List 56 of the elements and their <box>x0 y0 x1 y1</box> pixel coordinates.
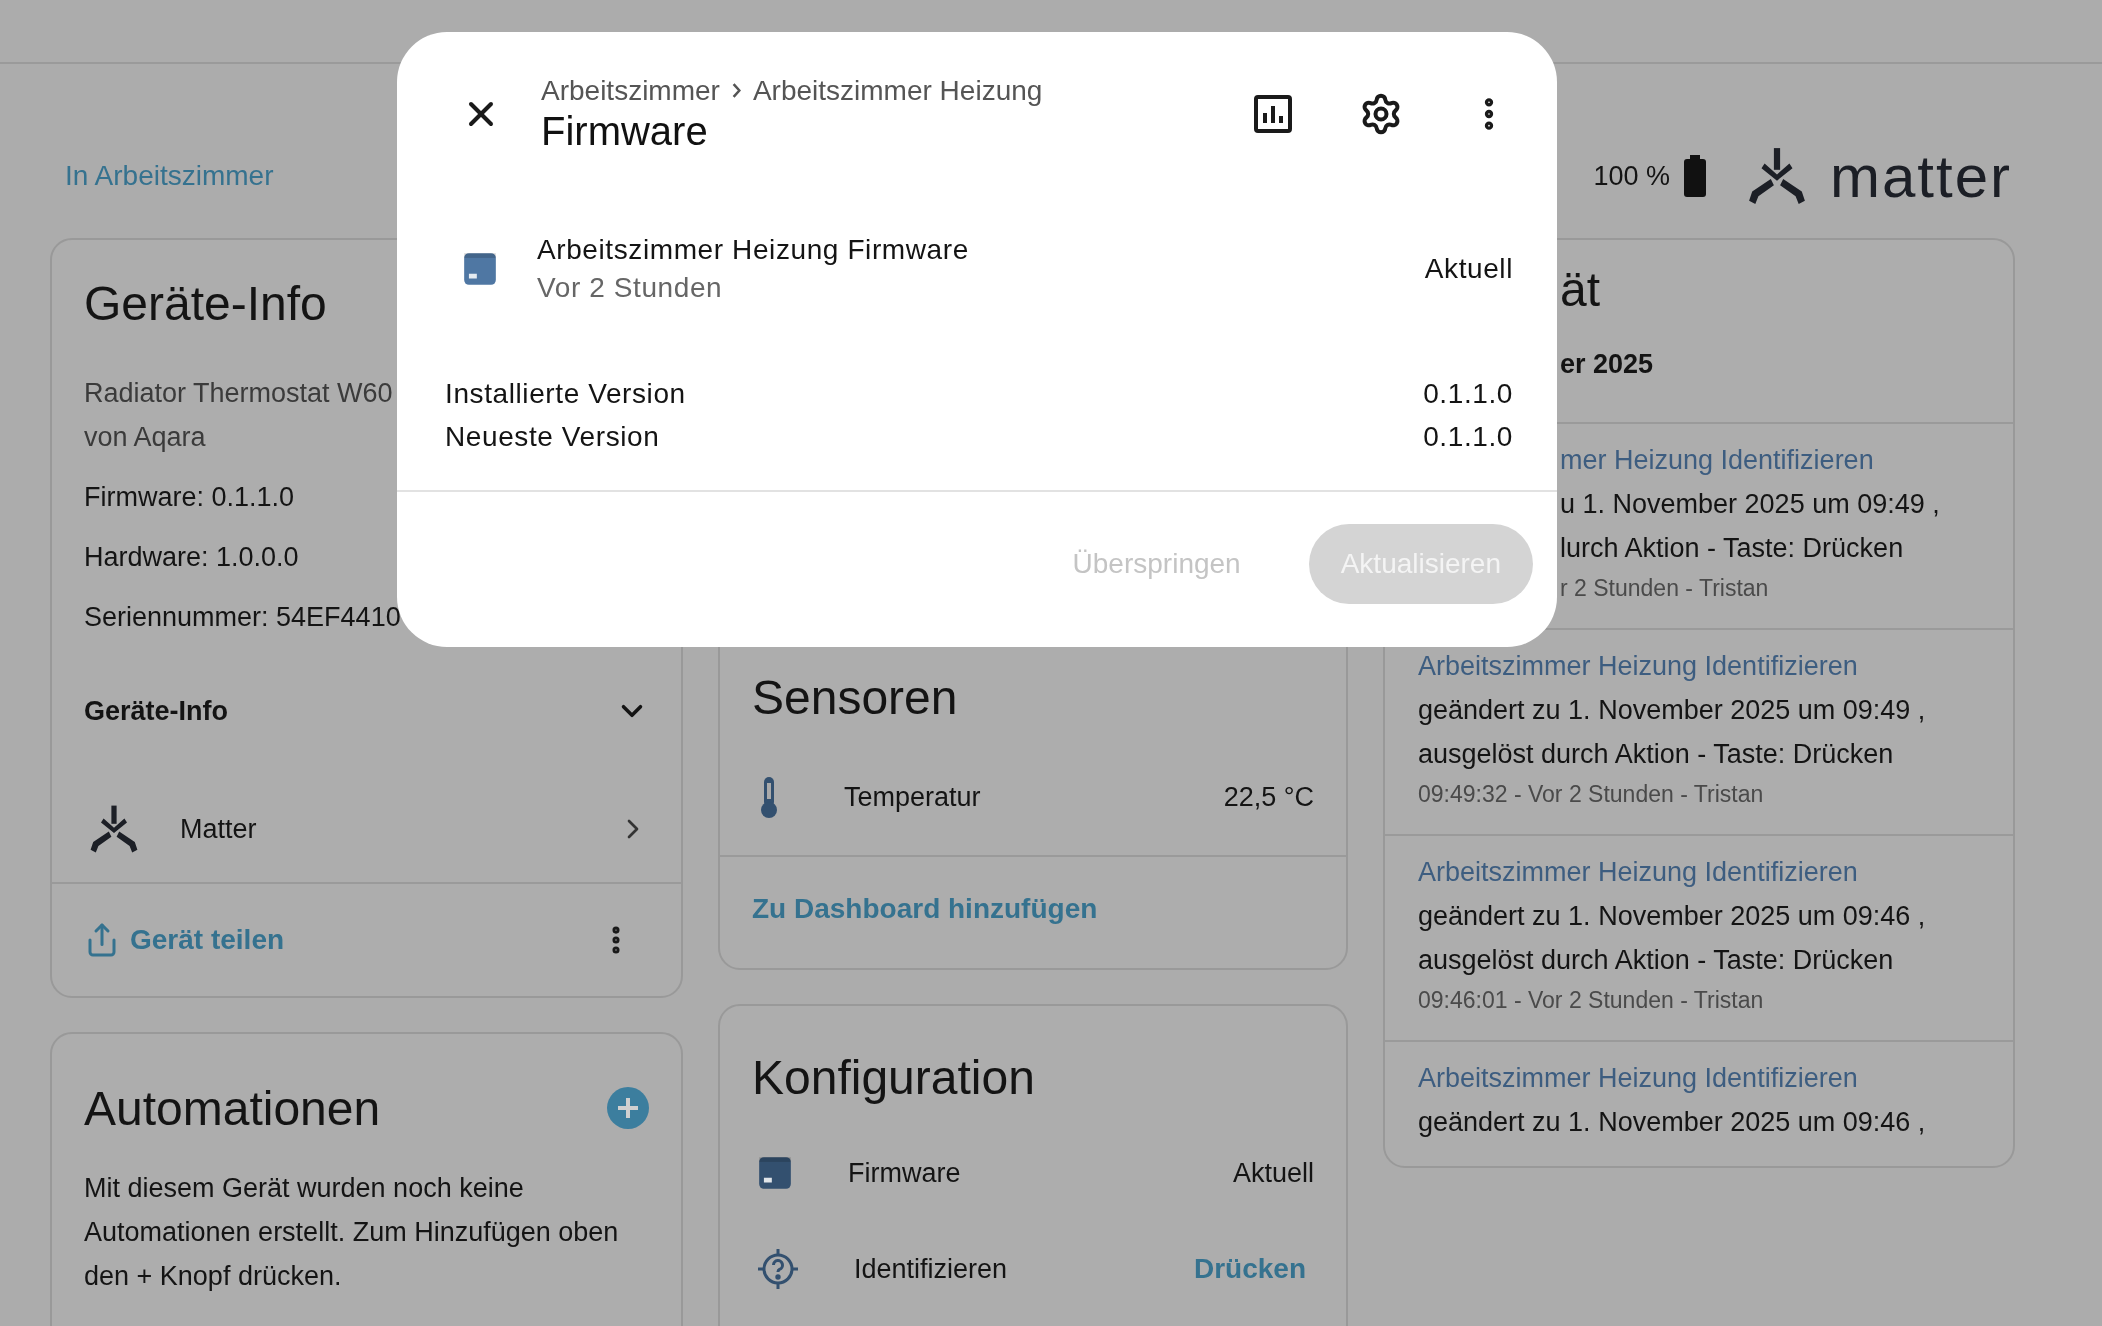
config-label: Firmware <box>848 1157 962 1189</box>
identify-icon <box>756 1247 800 1291</box>
log-text: geändert zu 1. November 2025 um 09:46 , <box>1418 1106 1926 1139</box>
automations-text: Mit diesem Gerät wurden noch keine Automationen erstellt. Zum Hinzufügen oben den + Knopf drücken. <box>83 1172 620 1293</box>
dialog-title: Firmware <box>541 108 709 154</box>
battery-level: 100 % <box>1593 160 1670 192</box>
version-label: Neueste Version <box>445 420 660 454</box>
sensor-label: Temperatur <box>844 781 982 813</box>
entity-link[interactable]: Arbeitszimmer Heizung Identifizieren <box>1418 1056 1858 1100</box>
press-button[interactable]: Drücken <box>1193 1253 1306 1285</box>
version-label: Installierte Version <box>445 377 686 411</box>
add-to-dashboard-link[interactable]: Zu Dashboard hinzufügen <box>752 893 1098 925</box>
entity-link[interactable]: Arbeitszimmer Heizung Identifizieren <box>1418 850 1858 894</box>
device-manufacturer: von Aqara <box>84 421 206 454</box>
config-value: Aktuell <box>1232 1157 1314 1189</box>
log-text: ausgelöst durch Aktion - Taste: Drücken <box>1418 738 1894 771</box>
log-meta: r 2 Stunden - Tristan <box>1560 574 1769 603</box>
config-label: Identifizieren <box>854 1253 1009 1285</box>
matter-wordmark: matter <box>1829 141 2012 211</box>
entity-link[interactable]: Arbeitszimmer Heizung Identifizieren <box>1418 644 1858 688</box>
sensor-value: 22,5 °C <box>1223 781 1314 813</box>
log-text: geändert zu 1. November 2025 um 09:49 , <box>1418 694 1926 727</box>
log-text: u 1. November 2025 um 09:49 , <box>1560 488 1940 521</box>
device-info-line: Firmware: 0.1.1.0 <box>84 481 295 514</box>
section-header[interactable]: Geräte-Info <box>52 647 681 741</box>
firmware-icon <box>461 250 499 288</box>
card-title: Konfiguration <box>751 1050 1036 1106</box>
log-meta: 09:46:01 - Vor 2 Stunden - Tristan <box>1418 986 1764 1015</box>
log-text: geändert zu 1. November 2025 um 09:46 , <box>1418 900 1926 933</box>
entity-link[interactable]: mer Heizung Identifizieren <box>1560 438 1874 482</box>
entity-updated: Vor 2 Stunden <box>537 272 723 304</box>
card-title: Geräte-Info <box>83 276 328 332</box>
share-device-link[interactable]: Gerät teilen <box>84 922 285 958</box>
chevron-right-icon <box>731 83 741 98</box>
add-icon[interactable] <box>607 1087 649 1129</box>
log-text: lurch Aktion - Taste: Drücken <box>1560 532 1904 565</box>
device-info-line: Seriennummer: 54EF4410 <box>84 601 401 634</box>
card-title: Sensoren <box>751 670 959 726</box>
log-meta: 09:49:32 - Vor 2 Stunden - Tristan <box>1418 780 1764 809</box>
entity-name: Arbeitszimmer Heizung Firmware <box>537 234 969 266</box>
battery-icon <box>1683 155 1706 197</box>
date-heading: er 2025 <box>1560 349 1654 381</box>
log-text: ausgelöst durch Aktion - Taste: Drücken <box>1418 944 1894 977</box>
card-title: Automationen <box>84 1080 381 1136</box>
card-title: ät <box>1560 262 1601 318</box>
version-value: 0.1.1.0 <box>1423 377 1513 411</box>
matter-logo-icon <box>88 803 140 855</box>
device-info-line: Hardware: 1.0.0.0 <box>84 541 299 574</box>
integration-row[interactable]: Matter <box>52 776 681 882</box>
entity-state: Aktuell <box>1424 253 1513 285</box>
firmware-icon <box>756 1154 794 1192</box>
version-value: 0.1.1.0 <box>1423 420 1513 454</box>
breadcrumb-item: Arbeitszimmer <box>541 74 720 107</box>
breadcrumb-item: Arbeitszimmer Heizung <box>752 74 1043 107</box>
device-model: Radiator Thermostat W60 <box>84 377 393 410</box>
area-link[interactable]: In Arbeitszimmer <box>65 160 274 192</box>
